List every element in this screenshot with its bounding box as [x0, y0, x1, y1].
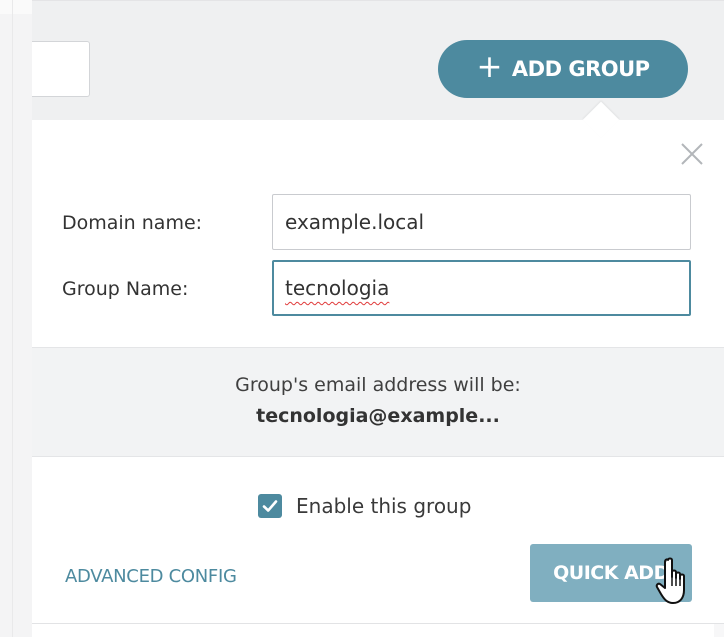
domain-name-field[interactable]: example.local: [272, 194, 691, 250]
hand-cursor-icon: [654, 556, 694, 608]
enable-group-checkbox[interactable]: [258, 494, 282, 518]
left-background: [0, 0, 32, 637]
quick-add-label: QUICK ADD: [553, 562, 669, 584]
close-icon[interactable]: [676, 138, 708, 170]
left-background-top: [0, 0, 32, 14]
group-name-label: Group Name:: [62, 278, 189, 300]
enable-group-toggle[interactable]: Enable this group: [258, 494, 471, 518]
panel-bottom-border: [32, 623, 724, 624]
group-name-value: tecnologia: [285, 276, 390, 300]
domain-name-label: Domain name:: [62, 212, 203, 234]
add-group-label: ADD GROUP: [511, 57, 650, 81]
plus-icon: +: [476, 49, 502, 85]
group-name-field[interactable]: tecnologia: [272, 260, 691, 316]
search-input[interactable]: [32, 41, 90, 97]
check-icon: [262, 500, 278, 512]
email-preview: Group's email address will be: tecnologi…: [32, 347, 724, 457]
left-divider: [12, 0, 13, 637]
email-preview-address: tecnologia@example...: [256, 405, 500, 427]
enable-group-label: Enable this group: [296, 494, 472, 518]
email-preview-intro: Group's email address will be:: [235, 374, 521, 396]
add-group-button[interactable]: + ADD GROUP: [438, 40, 688, 98]
advanced-config-link[interactable]: ADVANCED CONFIG: [65, 566, 237, 587]
